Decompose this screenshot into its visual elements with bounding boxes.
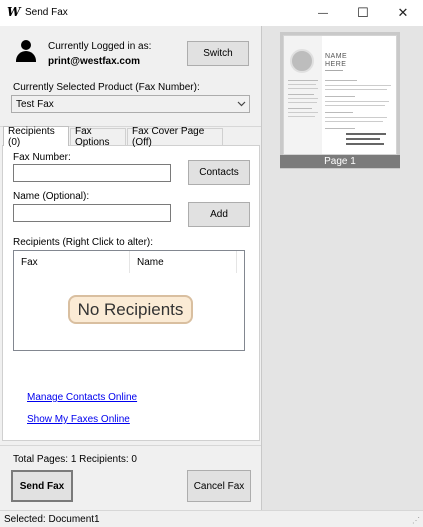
contacts-button[interactable]: Contacts: [188, 160, 250, 185]
status-text: Selected: Document1: [4, 514, 100, 525]
thumbnail-text-line: [325, 101, 389, 102]
maximize-icon: ☐: [357, 5, 369, 20]
tab-label: Fax Options: [75, 126, 110, 148]
thumbnail-text-line: [325, 128, 355, 129]
thumbnail-name-line1: NAME: [325, 53, 348, 60]
bottom-divider: [0, 445, 261, 446]
user-icon: [15, 40, 37, 64]
tab-label: Recipients (0): [8, 125, 55, 148]
tab-fax-options[interactable]: Fax Options: [70, 126, 126, 148]
thumbnail-name-line2: HERE: [325, 61, 347, 68]
close-icon: ✕: [397, 5, 409, 20]
page-caption: Page 1: [280, 155, 400, 168]
thumbnail-rule: [325, 70, 343, 71]
maximize-button[interactable]: ☐: [343, 0, 383, 26]
thumbnail-text-line: [288, 88, 318, 89]
send-fax-button[interactable]: Send Fax: [11, 470, 73, 502]
thumbnail-text-line: [325, 96, 355, 97]
thumbnail-text-line: [325, 117, 387, 118]
recipients-list-label: Recipients (Right Click to alter):: [13, 237, 154, 248]
thumbnail-text-line: [288, 84, 316, 85]
tab-recipients[interactable]: Recipients (0): [3, 125, 69, 148]
name-label: Name (Optional):: [13, 191, 90, 202]
minimize-button[interactable]: —: [303, 0, 343, 26]
manage-contacts-link[interactable]: Manage Contacts Online: [27, 392, 137, 403]
thumbnail-text-line: [325, 80, 357, 81]
thumbnail-text-line: [325, 112, 353, 113]
logged-in-label: Currently Logged in as:: [48, 41, 152, 52]
thumbnail-skill-bar: [346, 143, 384, 145]
window-title: Send Fax: [25, 7, 68, 18]
thumbnail-text-line: [325, 121, 383, 122]
name-input[interactable]: [13, 204, 171, 222]
thumbnail-text-line: [288, 94, 314, 95]
empty-state-badge: No Recipients: [68, 295, 193, 324]
thumbnail-text-line: [288, 112, 318, 113]
thumbnail-skill-bar: [346, 133, 386, 135]
summary-text: Total Pages: 1 Recipients: 0: [13, 454, 137, 465]
resize-grip-icon[interactable]: ⋰: [412, 516, 420, 525]
thumbnail-text-line: [325, 105, 385, 106]
product-select[interactable]: Test Fax: [11, 95, 250, 113]
fax-number-label: Fax Number:: [13, 152, 71, 163]
cancel-fax-button[interactable]: Cancel Fax: [187, 470, 251, 502]
column-header-name[interactable]: Name: [130, 251, 237, 273]
thumbnail-text-line: [325, 85, 391, 86]
title-bar[interactable]: W Send Fax — ☐ ✕: [0, 0, 423, 26]
product-select-value: Test Fax: [16, 99, 54, 110]
thumbnail-text-line: [325, 89, 387, 90]
recipients-list[interactable]: Fax Name No Recipients: [13, 250, 245, 351]
minimize-icon: —: [318, 7, 328, 19]
close-button[interactable]: ✕: [383, 0, 423, 26]
thumbnail-text-line: [288, 80, 318, 81]
tab-label: Fax Cover Page (Off): [132, 126, 205, 148]
thumbnail-text-line: [288, 116, 315, 117]
thumbnail-text-line: [288, 102, 317, 103]
thumbnail-skill-bar: [346, 138, 380, 140]
fax-number-input[interactable]: [13, 164, 171, 182]
show-faxes-link[interactable]: Show My Faxes Online: [27, 414, 130, 425]
chevron-down-icon: [237, 101, 246, 107]
account-email: print@westfax.com: [48, 56, 140, 67]
portrait-image: [290, 49, 314, 73]
tab-fax-cover-page[interactable]: Fax Cover Page (Off): [127, 126, 223, 148]
app-logo-icon: W: [7, 5, 21, 19]
column-header-fax[interactable]: Fax: [14, 251, 130, 273]
page-thumbnail[interactable]: NAME HERE: [283, 35, 397, 155]
thumbnail-text-line: [288, 108, 312, 109]
thumbnail-text-line: [288, 98, 318, 99]
switch-button[interactable]: Switch: [187, 41, 249, 66]
add-button[interactable]: Add: [188, 202, 250, 227]
product-label: Currently Selected Product (Fax Number):: [13, 82, 200, 93]
status-bar: Selected: Document1 ⋰: [0, 510, 423, 527]
